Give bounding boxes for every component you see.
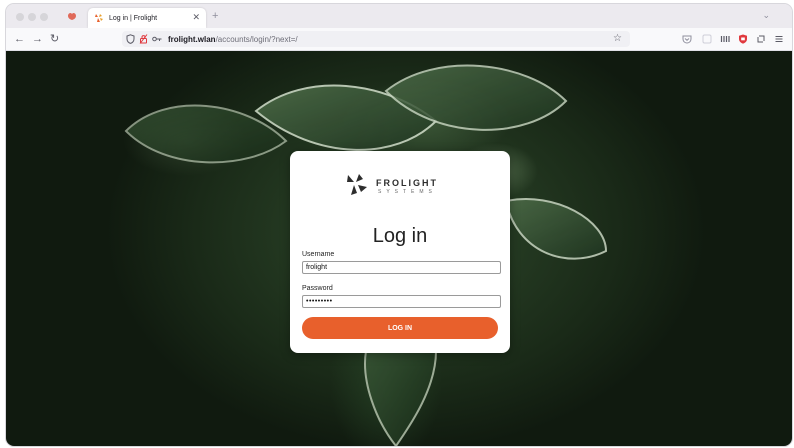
logo-subtitle: SYSTEMS (378, 189, 437, 195)
navigation-bar: ← → ↻ frolight.wlan/accounts/login/?next… (6, 28, 792, 51)
login-card: FROLIGHT SYSTEMS Log in Username froligh… (290, 151, 510, 353)
log-in-button[interactable]: LOG IN (302, 317, 498, 339)
username-label: Username (302, 251, 335, 258)
pocket-icon[interactable] (682, 34, 692, 44)
close-window-button[interactable] (16, 13, 24, 21)
back-arrow-icon[interactable]: ← (14, 32, 25, 46)
forward-arrow-icon[interactable]: → (32, 32, 43, 46)
url-bar[interactable]: frolight.wlan/accounts/login/?next=/ ☆ (122, 31, 630, 47)
username-input[interactable]: frolight (302, 261, 501, 274)
browser-window: Log in | Frolight ✕ + ⌄ ← → ↻ frolight.w… (6, 4, 792, 446)
maximize-window-button[interactable] (40, 13, 48, 21)
frolight-logo: FROLIGHT SYSTEMS (346, 173, 456, 199)
insecure-lock-icon[interactable] (139, 34, 148, 44)
pinned-tab[interactable] (66, 10, 78, 22)
url-host: frolight.wlan (168, 34, 216, 44)
account-icon[interactable] (702, 34, 712, 44)
key-icon[interactable] (152, 35, 162, 43)
password-label: Password (302, 285, 333, 292)
url-path: /accounts/login/?next=/ (215, 34, 298, 44)
tab-active[interactable]: Log in | Frolight ✕ (88, 8, 206, 28)
ublock-shield-icon[interactable] (738, 34, 748, 44)
frolight-favicon-icon (94, 13, 104, 23)
frolight-logo-mark-icon (347, 174, 367, 195)
minimize-window-button[interactable] (28, 13, 36, 21)
bookmark-star-icon[interactable]: ☆ (613, 33, 622, 45)
tracking-shield-icon[interactable] (126, 34, 135, 44)
reload-icon[interactable]: ↻ (50, 32, 59, 46)
library-icon[interactable] (720, 34, 730, 44)
url-text[interactable]: frolight.wlan/accounts/login/?next=/ (168, 35, 298, 44)
page-title: Log in (372, 225, 428, 247)
tab-strip: Log in | Frolight ✕ + ⌄ (6, 4, 792, 28)
logo-wordmark: FROLIGHT (376, 178, 438, 188)
pinned-tab-favicon-icon (68, 12, 76, 20)
page-background: FROLIGHT SYSTEMS Log in Username froligh… (6, 51, 792, 446)
new-tab-button[interactable]: + (212, 10, 218, 22)
password-input[interactable]: ••••••••• (302, 295, 501, 308)
tab-list-chevron-down-icon[interactable]: ⌄ (762, 10, 770, 21)
hamburger-menu-icon[interactable] (774, 34, 784, 44)
extensions-icon[interactable] (756, 34, 766, 44)
tab-close-icon[interactable]: ✕ (192, 12, 200, 22)
tab-title: Log in | Frolight (109, 14, 158, 22)
